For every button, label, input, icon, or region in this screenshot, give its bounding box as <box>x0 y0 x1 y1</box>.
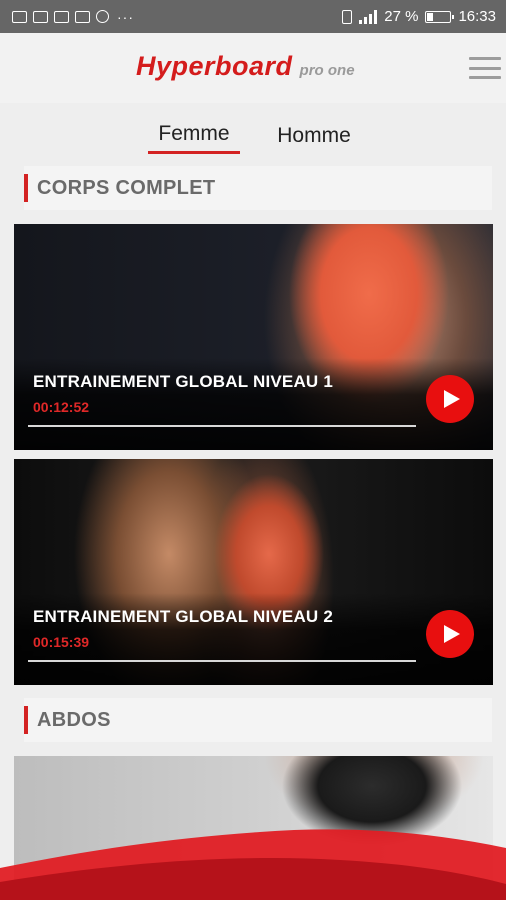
section-title: ABDOS <box>37 708 111 731</box>
notification-icons: ··· <box>12 9 134 25</box>
signal-icon <box>359 9 378 24</box>
logo-main: Hyperboard <box>136 51 293 81</box>
workout-duration: 00:15:39 <box>33 634 90 650</box>
tab-femme[interactable]: Femme <box>148 122 240 154</box>
screen-icon <box>12 10 27 23</box>
image-icon <box>75 10 90 23</box>
play-button[interactable] <box>426 375 474 423</box>
workout-card-3[interactable] <box>14 756 493 900</box>
workout-title: ENTRAINEMENT GLOBAL NIVEAU 2 <box>33 607 333 626</box>
section-title: CORPS COMPLET <box>37 176 216 199</box>
hamburger-menu-icon[interactable] <box>469 57 501 79</box>
section-header-abdos: ABDOS <box>24 698 492 742</box>
tab-selected-indicator <box>148 151 240 154</box>
battery-percent: 27 % <box>384 8 419 25</box>
section-header-corps-complet: CORPS COMPLET <box>24 166 492 210</box>
workout-title: ENTRAINEMENT GLOBAL NIVEAU 1 <box>33 372 333 391</box>
section-accent-bar <box>24 706 28 734</box>
workout-card-2[interactable]: ENTRAINEMENT GLOBAL NIVEAU 2 00:15:39 <box>14 459 493 685</box>
vibrate-icon <box>342 9 353 24</box>
workout-duration: 00:12:52 <box>33 399 90 415</box>
more-notifications: ··· <box>117 8 134 25</box>
instagram-icon <box>96 10 109 23</box>
clock: 16:33 <box>458 8 496 25</box>
app-logo: Hyperboard pro one <box>136 51 355 82</box>
play-icon <box>444 625 460 643</box>
card-divider <box>28 660 416 662</box>
logo-sub: pro one <box>299 62 355 79</box>
play-button[interactable] <box>426 610 474 658</box>
tab-homme[interactable]: Homme <box>267 124 361 156</box>
workout-image <box>272 756 472 866</box>
battery-icon <box>425 10 455 23</box>
card-divider <box>28 425 416 427</box>
app-header: Hyperboard pro one <box>0 33 506 103</box>
status-bar: ··· 27 % 16:33 <box>0 0 506 33</box>
workout-card-1[interactable]: ENTRAINEMENT GLOBAL NIVEAU 1 00:12:52 <box>14 224 493 450</box>
mail-icon <box>54 10 69 23</box>
facebook-icon <box>33 10 48 23</box>
section-accent-bar <box>24 174 28 202</box>
play-icon <box>444 390 460 408</box>
